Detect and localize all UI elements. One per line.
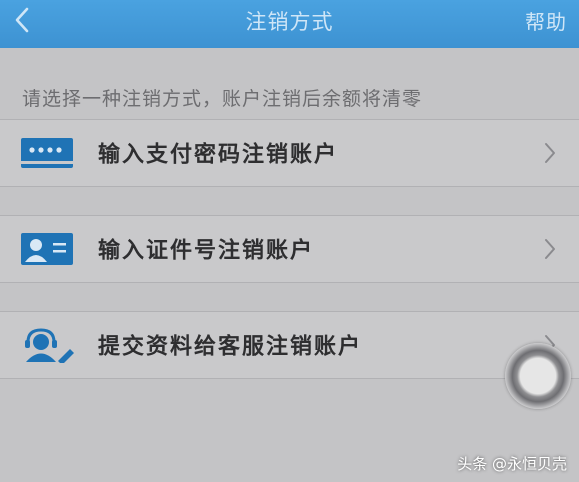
screen: 注销方式 帮助 请选择一种注销方式，账户注销后余额将清零 输入支付密码注销账户 [0, 0, 579, 482]
customer-service-icon [25, 328, 74, 363]
help-button[interactable]: 帮助 [525, 6, 567, 35]
option-customer-service-label: 提交资料给客服注销账户 [98, 334, 363, 360]
page-title: 注销方式 [245, 10, 334, 34]
option-id-number[interactable]: 输入证件号注销账户 [0, 215, 579, 283]
option-password[interactable]: 输入支付密码注销账户 [0, 119, 579, 187]
option-customer-service[interactable]: 提交资料给客服注销账户 [0, 311, 579, 379]
top-bar: 注销方式 帮助 [0, 0, 579, 48]
password-card-icon [21, 138, 73, 168]
chevron-right-icon [545, 239, 555, 259]
watermark: 头条 @永恒贝壳 [457, 455, 567, 473]
instruction-text: 请选择一种注销方式，账户注销后余额将清零 [22, 88, 423, 110]
id-card-icon [21, 233, 73, 265]
chevron-right-icon [545, 143, 555, 163]
option-password-label: 输入支付密码注销账户 [98, 142, 339, 168]
option-id-number-label: 输入证件号注销账户 [98, 238, 315, 264]
assistive-touch-button[interactable] [505, 343, 571, 409]
